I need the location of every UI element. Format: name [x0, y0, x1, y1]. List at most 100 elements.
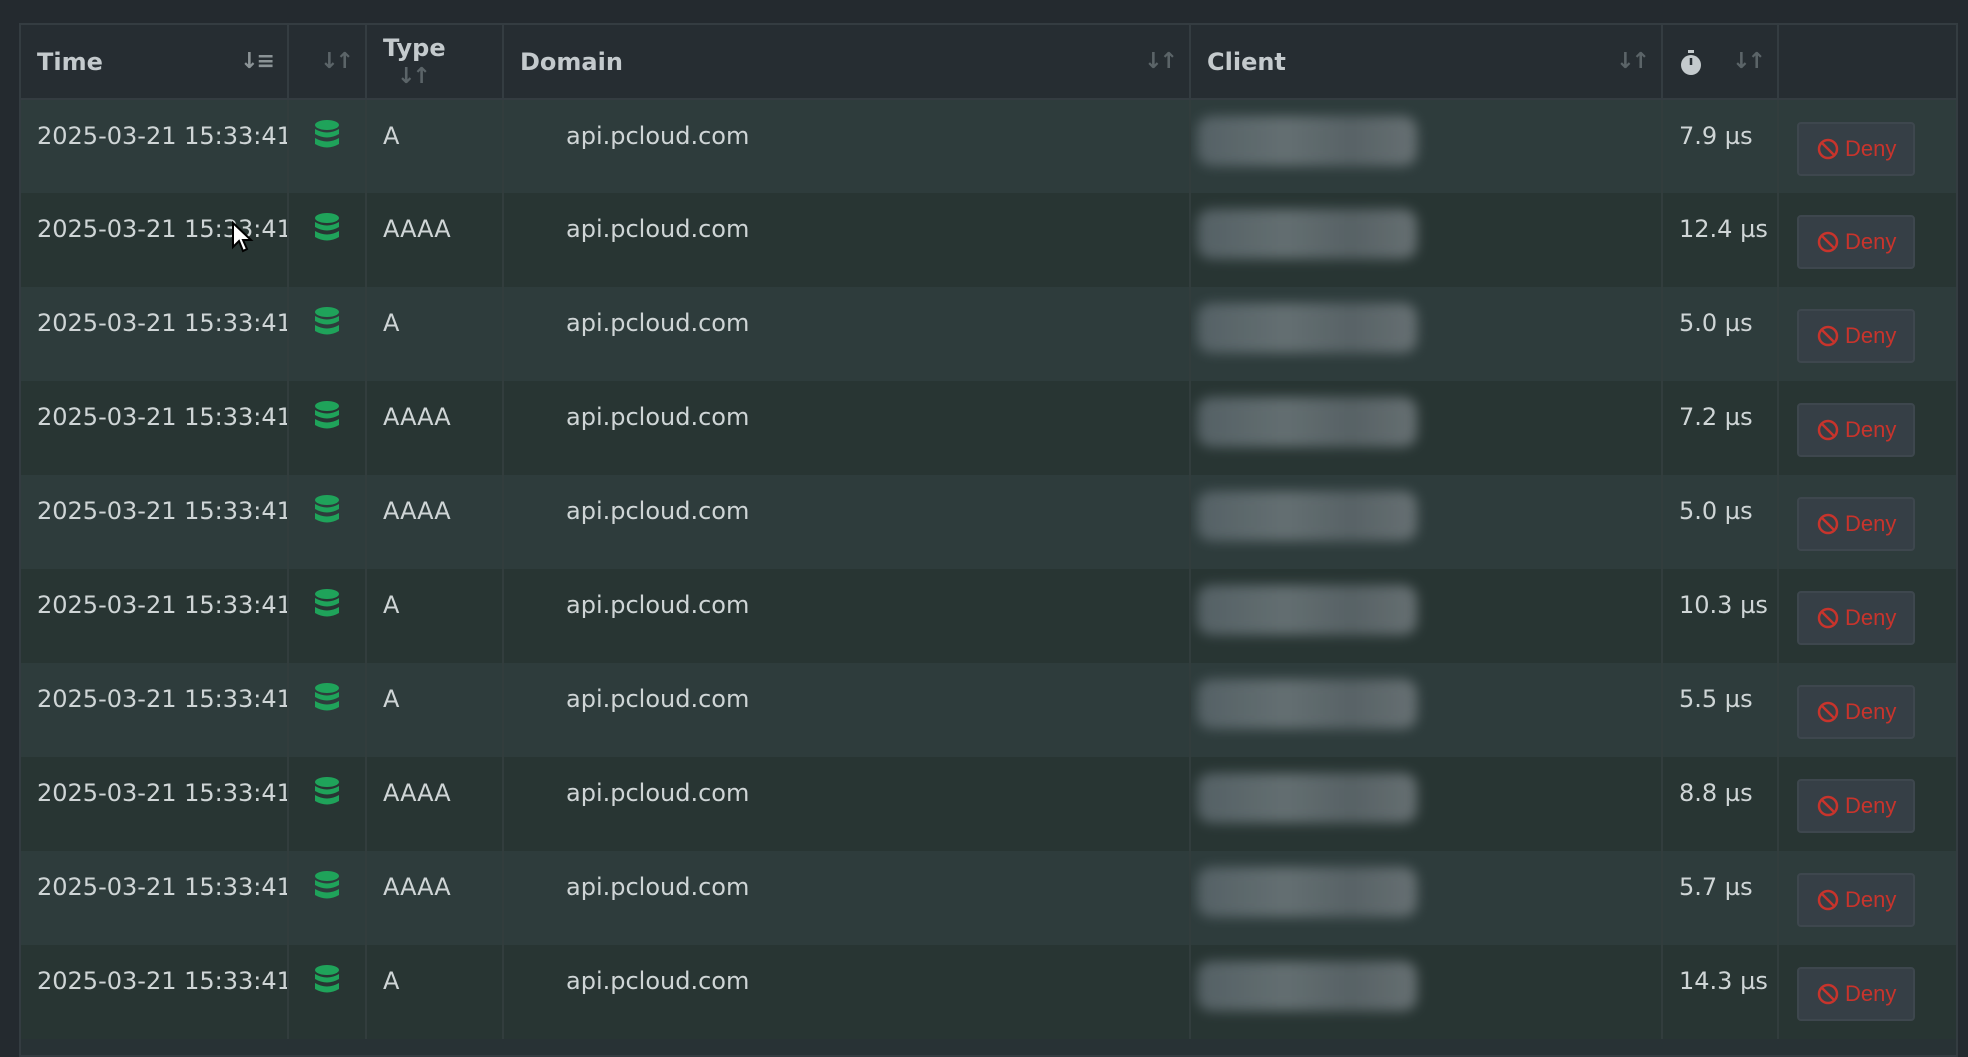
- database-icon: [315, 401, 339, 429]
- row-type: AAAA: [366, 475, 504, 569]
- deny-button[interactable]: Deny: [1797, 779, 1915, 833]
- client-redacted: [1197, 773, 1417, 823]
- deny-label: Deny: [1845, 229, 1897, 254]
- table-row[interactable]: 2025-03-21 15:33:41 AAAA api.pcloud.com …: [21, 757, 1956, 851]
- row-domain: api.pcloud.com: [503, 475, 1191, 569]
- row-domain: api.pcloud.com: [503, 381, 1191, 475]
- column-header-time-label: Time: [37, 47, 103, 76]
- row-time: 2025-03-21 15:33:41: [21, 757, 289, 851]
- row-time: 2025-03-21 15:33:41: [21, 193, 289, 287]
- row-duration: 5.0 µs: [1662, 287, 1779, 381]
- column-header-type-label: Type: [383, 33, 446, 62]
- sort-icon[interactable]: ↓↑: [1732, 50, 1766, 73]
- row-domain: api.pcloud.com: [503, 851, 1191, 945]
- sort-icon[interactable]: ↓↑: [320, 50, 354, 73]
- deny-button[interactable]: Deny: [1797, 591, 1915, 645]
- row-status: [288, 287, 367, 381]
- table-row[interactable]: 2025-03-21 15:33:41 AAAA api.pcloud.com …: [21, 193, 1956, 287]
- row-status: [288, 569, 367, 663]
- ban-icon: [1817, 889, 1839, 911]
- row-status: [288, 663, 367, 757]
- table-row[interactable]: 2025-03-21 15:33:41 AAAA api.pcloud.com …: [21, 475, 1956, 569]
- deny-button[interactable]: Deny: [1797, 873, 1915, 927]
- row-time: 2025-03-21 15:33:41: [21, 663, 289, 757]
- row-duration: 5.0 µs: [1662, 475, 1779, 569]
- database-icon: [315, 871, 339, 899]
- client-redacted: [1197, 209, 1417, 259]
- deny-button[interactable]: Deny: [1797, 685, 1915, 739]
- row-action: Deny: [1778, 99, 1956, 193]
- row-client: [1190, 193, 1663, 287]
- row-client: [1190, 287, 1663, 381]
- database-icon: [315, 589, 339, 617]
- client-redacted: [1197, 585, 1417, 635]
- table-row[interactable]: 2025-03-21 15:33:41 AAAA api.pcloud.com …: [21, 851, 1956, 945]
- row-duration: 12.4 µs: [1662, 193, 1779, 287]
- table-row[interactable]: 2025-03-21 15:33:41 A api.pcloud.com 5.0…: [21, 287, 1956, 381]
- row-domain: api.pcloud.com: [503, 99, 1191, 193]
- row-domain: api.pcloud.com: [503, 945, 1191, 1039]
- row-type: AAAA: [366, 757, 504, 851]
- row-type: A: [366, 569, 504, 663]
- column-header-actions: [1778, 25, 1956, 100]
- deny-button[interactable]: Deny: [1797, 309, 1915, 363]
- row-domain: api.pcloud.com: [503, 757, 1191, 851]
- client-redacted: [1197, 679, 1417, 729]
- sort-desc-icon[interactable]: ↓≡: [240, 50, 275, 73]
- row-client: [1190, 475, 1663, 569]
- ban-icon: [1817, 419, 1839, 441]
- sort-icon[interactable]: ↓↑: [1144, 50, 1178, 73]
- timer-icon: [1681, 49, 1701, 75]
- database-icon: [315, 777, 339, 805]
- table-row[interactable]: 2025-03-21 15:33:41 A api.pcloud.com 14.…: [21, 945, 1956, 1039]
- sort-icon[interactable]: ↓↑: [1616, 50, 1650, 73]
- table-row[interactable]: 2025-03-21 15:33:41 A api.pcloud.com 10.…: [21, 569, 1956, 663]
- column-header-type[interactable]: Type ↓↑: [366, 25, 504, 100]
- column-header-client[interactable]: Client ↓↑: [1190, 25, 1663, 100]
- deny-button[interactable]: Deny: [1797, 122, 1915, 176]
- table-row[interactable]: 2025-03-21 15:33:41 A api.pcloud.com 5.5…: [21, 663, 1956, 757]
- deny-button[interactable]: Deny: [1797, 403, 1915, 457]
- row-time: 2025-03-21 15:33:41: [21, 287, 289, 381]
- client-redacted: [1197, 116, 1417, 166]
- table-row[interactable]: 2025-03-21 15:33:41 A api.pcloud.com 7.9…: [21, 99, 1956, 193]
- deny-button[interactable]: Deny: [1797, 215, 1915, 269]
- row-type: A: [366, 287, 504, 381]
- column-header-domain-label: Domain: [520, 47, 623, 76]
- row-action: Deny: [1778, 945, 1956, 1039]
- column-header-duration[interactable]: ↓↑: [1662, 25, 1779, 100]
- row-action: Deny: [1778, 569, 1956, 663]
- row-time: 2025-03-21 15:33:41: [21, 569, 289, 663]
- row-client: [1190, 945, 1663, 1039]
- row-client: [1190, 99, 1663, 193]
- deny-button[interactable]: Deny: [1797, 967, 1915, 1021]
- ban-icon: [1817, 701, 1839, 723]
- row-client: [1190, 569, 1663, 663]
- column-header-domain[interactable]: Domain ↓↑: [503, 25, 1191, 100]
- client-redacted: [1197, 867, 1417, 917]
- row-domain: api.pcloud.com: [503, 287, 1191, 381]
- deny-label: Deny: [1845, 417, 1897, 442]
- row-time: 2025-03-21 15:33:41: [21, 381, 289, 475]
- deny-button[interactable]: Deny: [1797, 497, 1915, 551]
- row-domain: api.pcloud.com: [503, 569, 1191, 663]
- column-header-status[interactable]: ↓↑: [288, 25, 367, 100]
- table-header: Time ↓≡ ↓↑ Type ↓↑ Domain ↓↑ Client ↓↑ ↓…: [21, 25, 1956, 100]
- column-header-time[interactable]: Time ↓≡: [21, 25, 289, 100]
- row-action: Deny: [1778, 287, 1956, 381]
- row-action: Deny: [1778, 475, 1956, 569]
- row-client: [1190, 851, 1663, 945]
- deny-label: Deny: [1845, 605, 1897, 630]
- row-status: [288, 381, 367, 475]
- row-type: A: [366, 99, 504, 193]
- ban-icon: [1817, 513, 1839, 535]
- deny-label: Deny: [1845, 699, 1897, 724]
- row-duration: 7.9 µs: [1662, 99, 1779, 193]
- sort-icon[interactable]: ↓↑: [397, 64, 431, 89]
- row-status: [288, 99, 367, 193]
- client-redacted: [1197, 491, 1417, 541]
- table-row[interactable]: 2025-03-21 15:33:41 AAAA api.pcloud.com …: [21, 381, 1956, 475]
- row-client: [1190, 381, 1663, 475]
- ban-icon: [1817, 138, 1839, 160]
- database-icon: [315, 307, 339, 335]
